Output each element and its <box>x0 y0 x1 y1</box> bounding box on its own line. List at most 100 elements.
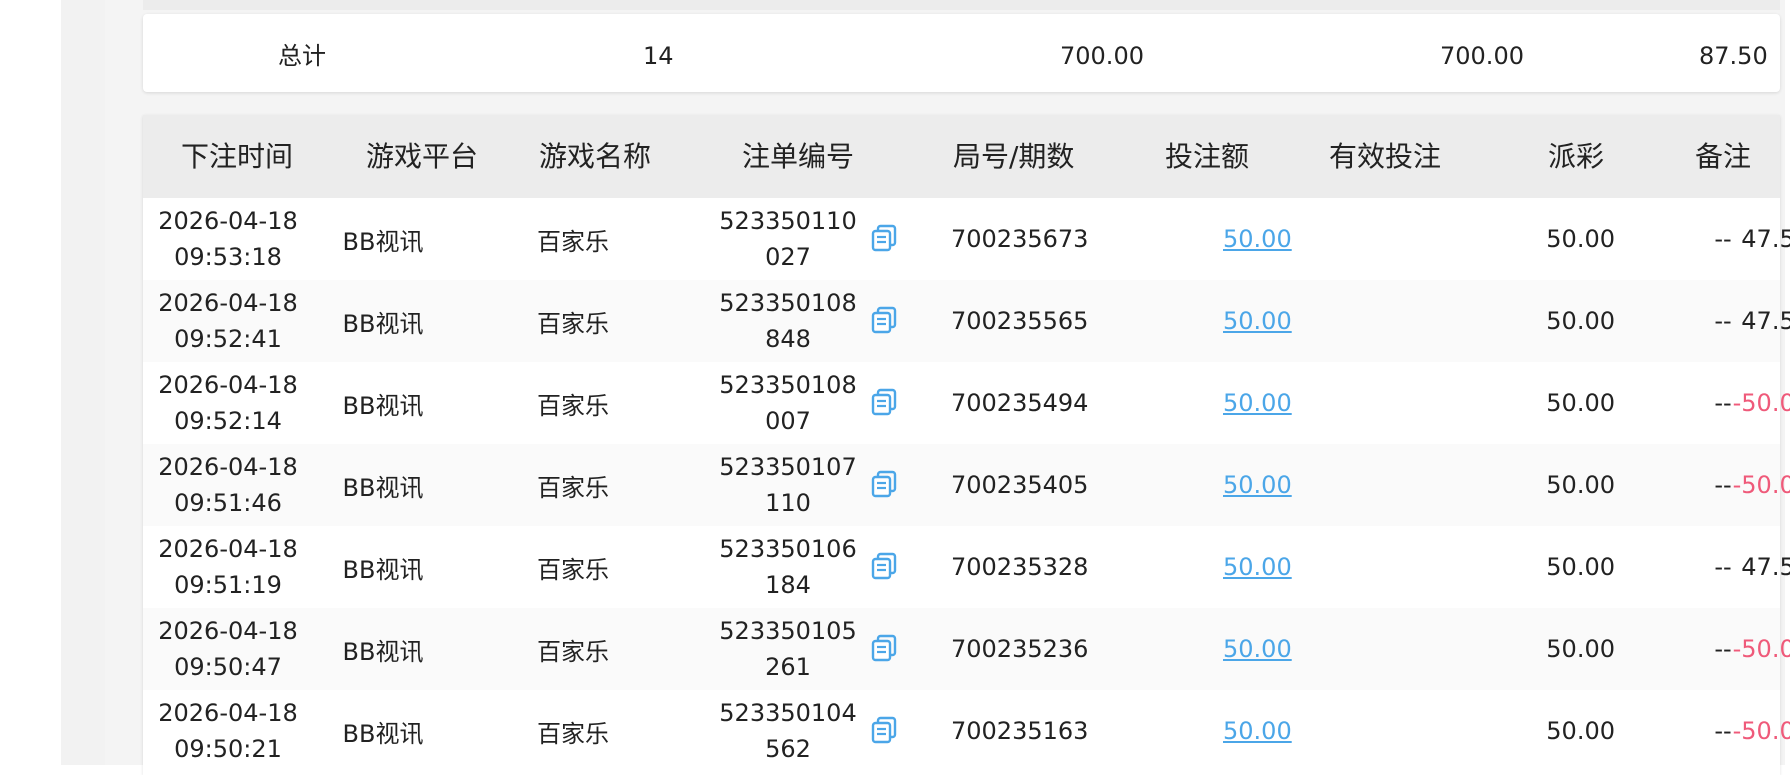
summary-payout-total: 87.50 <box>1699 42 1768 70</box>
cell-remark: -- <box>1714 553 1732 581</box>
cell-game-name: 百家乐 <box>537 719 609 748</box>
cell-bet-time: 2026-04-18 09:50:47 <box>143 608 313 690</box>
bet-records-table: 下注时间 游戏平台 游戏名称 注单编号 局号/期数 投注额 有效投注 派彩 备注… <box>143 115 1790 775</box>
header-payout: 派彩 <box>1548 140 1605 173</box>
cell-platform: BB视讯 <box>342 637 424 666</box>
cell-game-name: 百家乐 <box>537 555 609 584</box>
summary-label: 总计 <box>278 42 326 70</box>
bet-time: 09:53:18 <box>174 243 282 271</box>
cell-bet-time: 2026-04-18 09:51:19 <box>143 526 313 608</box>
bet-date: 2026-04-18 <box>158 699 298 727</box>
copy-icon[interactable] <box>869 715 899 745</box>
cell-remark: -- <box>1714 225 1732 253</box>
cell-bet-id: 523350108 007 <box>703 362 873 444</box>
copy-icon[interactable] <box>869 387 899 417</box>
bet-time: 09:50:21 <box>174 735 282 763</box>
bet-time: 09:52:14 <box>174 407 282 435</box>
cell-platform: BB视讯 <box>342 227 424 256</box>
cell-bet-id: 523350107 110 <box>703 444 873 526</box>
header-remark: 备注 <box>1695 140 1752 173</box>
cell-round: 700235163 <box>951 717 1089 745</box>
cell-platform: BB视讯 <box>342 473 424 502</box>
bet-date: 2026-04-18 <box>158 289 298 317</box>
cell-bet-time: 2026-04-18 09:51:46 <box>143 444 313 526</box>
cell-remark: -- <box>1714 717 1732 745</box>
cell-remark: -- <box>1714 471 1732 499</box>
bet-amount-value[interactable]: 50.00 <box>1223 553 1292 581</box>
bet-id-part1: 523350105 <box>719 617 857 645</box>
cell-payout: 47.50 <box>1741 553 1790 581</box>
table-row: 2026-04-18 09:52:41 BB视讯 百家乐 523350108 848 700… <box>143 280 1790 362</box>
table-header: 下注时间 游戏平台 游戏名称 注单编号 局号/期数 投注额 有效投注 派彩 备注 <box>143 115 1780 198</box>
bet-amount-value[interactable]: 50.00 <box>1223 635 1292 663</box>
copy-icon[interactable] <box>869 551 899 581</box>
top-strip <box>143 0 1780 10</box>
header-platform: 游戏平台 <box>366 140 479 173</box>
cell-round: 700235673 <box>951 225 1089 253</box>
cell-platform: BB视讯 <box>342 391 424 420</box>
bet-time: 09:51:19 <box>174 571 282 599</box>
cell-bet-time: 2026-04-18 09:50:21 <box>143 690 313 772</box>
copy-icon[interactable] <box>869 633 899 663</box>
cell-payout: -50.00 <box>1732 389 1790 417</box>
bet-id-part1: 523350104 <box>719 699 857 727</box>
cell-payout: 47.50 <box>1741 225 1790 253</box>
cell-bet-time: 2026-04-18 09:53:18 <box>143 198 313 280</box>
header-bet-id: 注单编号 <box>742 140 855 173</box>
bet-date: 2026-04-18 <box>158 535 298 563</box>
bet-id-part2: 184 <box>765 571 811 599</box>
bet-date: 2026-04-18 <box>158 617 298 645</box>
header-bet-time: 下注时间 <box>181 140 294 173</box>
copy-icon[interactable] <box>869 223 899 253</box>
cell-game-name: 百家乐 <box>537 637 609 666</box>
summary-valid-total: 700.00 <box>1440 42 1524 70</box>
bet-id-part2: 261 <box>765 653 811 681</box>
table-row: 2026-04-18 09:53:18 BB视讯 百家乐 523350110 027 700… <box>143 198 1790 280</box>
summary-bet-total: 700.00 <box>1060 42 1144 70</box>
copy-icon[interactable] <box>869 469 899 499</box>
cell-game-name: 百家乐 <box>537 309 609 338</box>
cell-game-name: 百家乐 <box>537 473 609 502</box>
bet-date: 2026-04-18 <box>158 453 298 481</box>
bet-amount-value[interactable]: 50.00 <box>1223 717 1292 745</box>
bet-id-part1: 523350107 <box>719 453 857 481</box>
summary-count: 14 <box>643 42 674 70</box>
table-row: 2026-04-18 09:50:21 BB视讯 百家乐 523350104 562 700… <box>143 690 1790 772</box>
bet-time: 09:50:47 <box>174 653 282 681</box>
left-gutter <box>61 0 105 765</box>
bet-amount-value[interactable]: 50.00 <box>1223 389 1292 417</box>
bet-id-part1: 523350108 <box>719 371 857 399</box>
cell-platform: BB视讯 <box>342 555 424 584</box>
bet-amount-value[interactable]: 50.00 <box>1223 225 1292 253</box>
table-row: 2026-04-18 09:50:47 BB视讯 百家乐 523350105 261 700… <box>143 608 1790 690</box>
header-round: 局号/期数 <box>953 140 1075 173</box>
bet-amount-value[interactable]: 50.00 <box>1223 471 1292 499</box>
cell-platform: BB视讯 <box>342 719 424 748</box>
cell-round: 700235236 <box>951 635 1089 663</box>
header-valid-bet: 有效投注 <box>1329 140 1442 173</box>
cell-bet-id: 523350104 562 <box>703 690 873 772</box>
bet-id-part2: 110 <box>765 489 811 517</box>
cell-remark: -- <box>1714 389 1732 417</box>
cell-payout: -50.00 <box>1732 717 1790 745</box>
bet-time: 09:51:46 <box>174 489 282 517</box>
cell-game-name: 百家乐 <box>537 227 609 256</box>
cell-payout: -50.00 <box>1732 635 1790 663</box>
bet-amount-value[interactable]: 50.00 <box>1223 307 1292 335</box>
cell-game-name: 百家乐 <box>537 391 609 420</box>
cell-bet-time: 2026-04-18 09:52:14 <box>143 362 313 444</box>
bet-time: 09:52:41 <box>174 325 282 353</box>
cell-bet-id: 523350105 261 <box>703 608 873 690</box>
bet-id-part1: 523350108 <box>719 289 857 317</box>
bet-id-part1: 523350110 <box>719 207 857 235</box>
cell-bet-time: 2026-04-18 09:52:41 <box>143 280 313 362</box>
bet-id-part2: 562 <box>765 735 811 763</box>
table-row: 2026-04-18 09:52:14 BB视讯 百家乐 523350108 007 700… <box>143 362 1790 444</box>
copy-icon[interactable] <box>869 305 899 335</box>
bet-id-part2: 027 <box>765 243 811 271</box>
bet-id-part1: 523350106 <box>719 535 857 563</box>
header-bet-amount: 投注额 <box>1165 140 1250 173</box>
cell-round: 700235328 <box>951 553 1089 581</box>
bet-id-part2: 007 <box>765 407 811 435</box>
summary-card: 总计 14 700.00 700.00 87.50 <box>143 14 1780 92</box>
